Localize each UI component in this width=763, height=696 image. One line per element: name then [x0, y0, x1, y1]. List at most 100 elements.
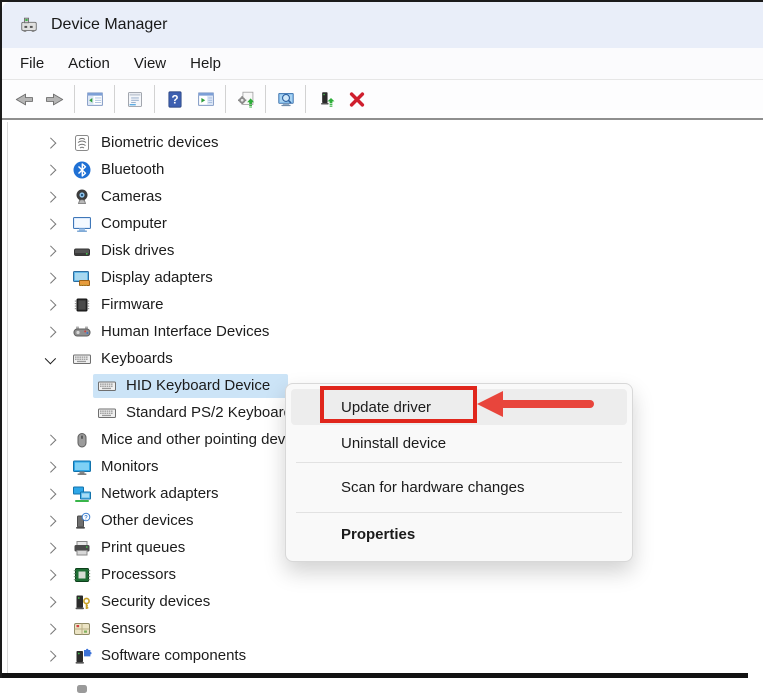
menu-action[interactable]: Action: [56, 51, 122, 76]
chevron-right-icon[interactable]: [44, 271, 58, 285]
chevron-right-icon[interactable]: [44, 325, 58, 339]
tree-item-label: Bluetooth: [101, 161, 164, 178]
tree-item-security-devices[interactable]: Security devices: [2, 588, 763, 615]
tree-item-label: Keyboards: [101, 350, 173, 367]
tree-item-inner: ? Other devices: [68, 509, 198, 533]
menu-file[interactable]: File: [8, 51, 56, 76]
chevron-right-icon[interactable]: [44, 244, 58, 258]
toolbar-button-help[interactable]: ?: [159, 84, 190, 115]
tree-item-label: Mice and other pointing devices: [101, 431, 312, 448]
chevron-right-icon[interactable]: [44, 541, 58, 555]
tree-item-label: Cameras: [101, 188, 162, 205]
titlebar: Device Manager: [2, 2, 763, 48]
tree-item-inner: Disk drives: [68, 239, 178, 263]
context-menu-item-scan-for-hardware-changes[interactable]: Scan for hardware changes: [291, 464, 627, 511]
tree-item-label: Sensors: [101, 620, 156, 637]
tree-item-computer[interactable]: Computer: [2, 210, 763, 237]
tree-item-inner: Security devices: [68, 590, 214, 614]
chevron-down-icon[interactable]: [44, 352, 58, 366]
tree-item-label: Biometric devices: [101, 134, 219, 151]
tower-update-icon: [316, 89, 336, 109]
keyboard-icon: [97, 403, 117, 423]
tree-item-inner: Biometric devices: [68, 131, 223, 155]
chevron-right-icon[interactable]: [44, 217, 58, 231]
toolbar-button-show-action-pane[interactable]: [190, 84, 221, 115]
tree-item-inner: HID Keyboard Device: [93, 374, 288, 398]
tree-item-inner: Sensors: [68, 617, 160, 641]
toolbar-separator: [114, 85, 115, 113]
toolbar-button-show-console-tree[interactable]: [79, 84, 110, 115]
tree-item-inner: Firmware: [68, 293, 168, 317]
context-menu-separator: [296, 512, 622, 513]
toolbar-button-scan-for-hardware-changes[interactable]: [270, 84, 301, 115]
tree-item-keyboards[interactable]: Keyboards: [2, 345, 763, 372]
tree-item-processors[interactable]: Processors: [2, 561, 763, 588]
toolbar-separator: [305, 85, 306, 113]
tree-item-firmware[interactable]: Firmware: [2, 291, 763, 318]
context-menu-separator: [296, 462, 622, 463]
toolbar-separator: [154, 85, 155, 113]
tree-item-bluetooth[interactable]: Bluetooth: [2, 156, 763, 183]
chevron-right-icon: [46, 164, 57, 175]
unknown-device-icon: ?: [72, 511, 92, 531]
tree-item-label: Print queues: [101, 539, 185, 556]
tree-item-label: Other devices: [101, 512, 194, 529]
chevron-right-icon[interactable]: [44, 190, 58, 204]
chevron-right-icon[interactable]: [44, 649, 58, 663]
monitor-icon: [72, 457, 92, 477]
security-key-icon: [72, 592, 92, 612]
menu-view[interactable]: View: [122, 51, 178, 76]
chevron-right-icon[interactable]: [44, 487, 58, 501]
toolbar-button-uninstall-device[interactable]: [341, 84, 372, 115]
toolbar-button-update-driver[interactable]: [310, 84, 341, 115]
chevron-right-icon: [46, 596, 57, 607]
tree-item-label: Software components: [101, 647, 246, 664]
svg-text:?: ?: [84, 515, 88, 521]
chevron-right-icon: [46, 434, 57, 445]
context-menu-item-uninstall-device[interactable]: Uninstall device: [291, 425, 627, 461]
help-icon: ?: [165, 89, 185, 109]
chevron-right-icon[interactable]: [44, 514, 58, 528]
tree-item-inner: Network adapters: [68, 482, 223, 506]
toolbar-separator: [74, 85, 75, 113]
chevron-right-icon[interactable]: [44, 622, 58, 636]
tree-item-disk-drives[interactable]: Disk drives: [2, 237, 763, 264]
tree-item-biometric-devices[interactable]: Biometric devices: [2, 129, 763, 156]
chevron-right-icon: [46, 218, 57, 229]
chevron-right-icon: [46, 650, 57, 661]
chevron-right-icon[interactable]: [44, 298, 58, 312]
chevron-right-icon[interactable]: [44, 163, 58, 177]
tree-item-inner: Monitors: [68, 455, 163, 479]
tree-item-label: Human Interface Devices: [101, 323, 269, 340]
fingerprint-icon: [72, 133, 92, 153]
menu-help[interactable]: Help: [178, 51, 233, 76]
tree-item-inner: Computer: [68, 212, 171, 236]
back-arrow-icon: [14, 89, 34, 109]
tree-item-inner: Print queues: [68, 536, 189, 560]
chevron-right-icon: [46, 542, 57, 553]
keyboard-icon: [97, 376, 117, 396]
screenshot-top-edge: [0, 0, 763, 2]
chevron-right-icon[interactable]: [44, 460, 58, 474]
tree-item-inner: Human Interface Devices: [68, 320, 273, 344]
chevron-right-icon: [46, 569, 57, 580]
context-menu-item-properties[interactable]: Properties: [291, 514, 627, 555]
tree-item-software-components[interactable]: Software components: [2, 642, 763, 669]
sensor-icon: [72, 619, 92, 639]
tree-item-cameras[interactable]: Cameras: [2, 183, 763, 210]
toolbar: ?: [2, 79, 763, 120]
tree-item-display-adapters[interactable]: Display adapters: [2, 264, 763, 291]
toolbar-button-properties[interactable]: [119, 84, 150, 115]
toolbar-button-update-driver-software[interactable]: [230, 84, 261, 115]
chevron-right-icon[interactable]: [44, 136, 58, 150]
chevron-right-icon[interactable]: [44, 568, 58, 582]
tree-item-inner: Display adapters: [68, 266, 217, 290]
chevron-right-icon[interactable]: [44, 595, 58, 609]
chevron-right-icon[interactable]: [44, 433, 58, 447]
tree-item-inner: Software components: [68, 644, 250, 668]
toolbar-button-forward[interactable]: [39, 84, 70, 115]
tree-item-human-interface-devices[interactable]: Human Interface Devices: [2, 318, 763, 345]
toolbar-button-back[interactable]: [8, 84, 39, 115]
tree-item-inner: Standard PS/2 Keyboard: [93, 401, 296, 425]
tree-item-sensors[interactable]: Sensors: [2, 615, 763, 642]
